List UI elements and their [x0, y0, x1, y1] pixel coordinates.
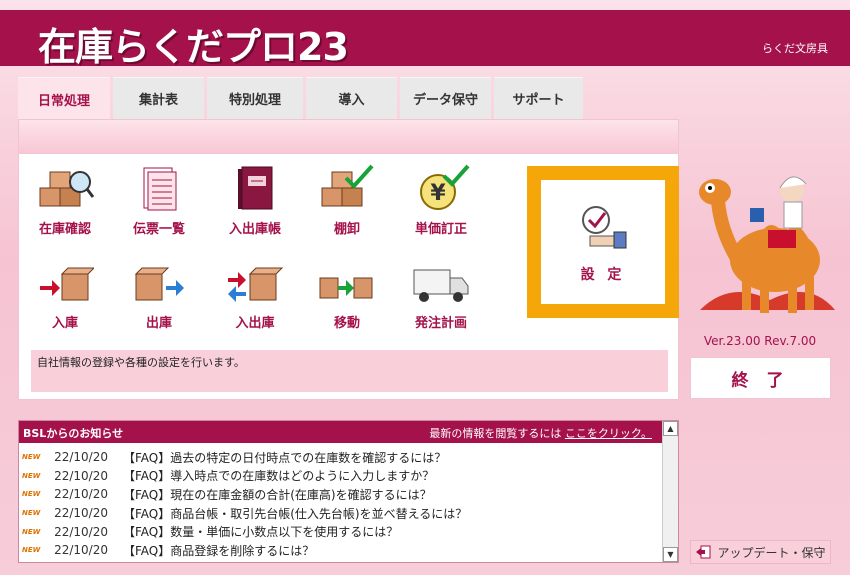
tab-daily[interactable]: 日常処理: [18, 77, 110, 121]
price-fix-button[interactable]: ¥ 単価訂正: [398, 164, 484, 242]
ledger-book-icon: [238, 166, 273, 210]
inventory-check-icon: [321, 164, 374, 207]
slip-list-icon: [143, 167, 177, 211]
news-item[interactable]: NEW 22/10/20 【FAQ】商品台帳・取引先台帳(仕入先台帳)を並べ替え…: [19, 504, 662, 523]
inventory-button[interactable]: 棚卸: [304, 164, 390, 242]
panel-band: [19, 120, 678, 154]
new-badge: NEW: [22, 453, 41, 462]
app-logo: 在庫らくだプロ23: [38, 25, 349, 69]
news-scrollbar[interactable]: ▲ ▼: [662, 421, 678, 562]
order-plan-button[interactable]: 発注計画: [398, 266, 484, 344]
camel-mascot-icon: [699, 176, 835, 313]
news-item[interactable]: NEW 22/10/20 【FAQ】過去の特定の日付時点での在庫数を確認するには…: [19, 448, 662, 467]
news-hint: 最新の情報を閲覧するには ここをクリック。: [429, 425, 652, 441]
news-item[interactable]: NEW 22/10/20 【FAQ】現在の在庫金額の合計(在庫高)を確認するには…: [19, 485, 662, 504]
receiving-button[interactable]: 入庫: [22, 266, 108, 344]
slip-list-button[interactable]: 伝票一覧: [116, 164, 202, 242]
news-header: BSLからのお知らせ 最新の情報を閲覧するには ここをクリック。: [19, 421, 662, 443]
inout-button[interactable]: 入出庫: [212, 266, 298, 344]
tab-data-maintenance[interactable]: データ保守: [400, 77, 491, 119]
receiving-icon: [40, 267, 94, 301]
tab-setup[interactable]: 導入: [306, 77, 397, 119]
news-date: 22/10/20: [54, 450, 108, 465]
new-badge: NEW: [22, 527, 41, 536]
news-panel: BSLからのお知らせ 最新の情報を閲覧するには ここをクリック。 NEW 22/…: [18, 420, 679, 563]
news-date: 22/10/20: [54, 543, 108, 558]
shipping-button[interactable]: 出庫: [116, 266, 202, 344]
shipping-icon: [134, 267, 184, 301]
order-plan-label: 発注計画: [414, 316, 467, 331]
maker-name: らくだ文房具: [762, 42, 828, 55]
svg-text:¥: ¥: [430, 181, 446, 206]
settings-hand-icon: [582, 206, 627, 249]
news-item[interactable]: NEW 22/10/20 【FAQ】数量・単価に小数点以下を使用するには？: [19, 522, 662, 541]
settings-card: 設 定: [541, 180, 665, 304]
settings-button[interactable]: 設 定: [527, 166, 679, 318]
inout-icon: [228, 267, 284, 302]
transfer-label: 移動: [333, 316, 360, 331]
exit-button[interactable]: 終 了: [690, 357, 831, 399]
news-date: 22/10/20: [54, 524, 108, 539]
new-badge: NEW: [22, 546, 41, 555]
news-text: 【FAQ】商品登録を削除するには？: [123, 543, 315, 558]
news-date: 22/10/20: [54, 468, 108, 483]
title-bar: 在庫らくだプロ23 らくだ文房具: [0, 10, 850, 69]
news-hint-text: 最新の情報を閲覧するには: [429, 427, 562, 440]
stock-check-icon: [39, 171, 94, 207]
update-label: アップデート・保守: [717, 545, 826, 560]
new-badge: NEW: [22, 509, 41, 518]
transfer-button[interactable]: 移動: [304, 266, 390, 344]
inout-label: 入出庫: [235, 316, 275, 331]
truck-icon: [413, 269, 469, 302]
news-text: 【FAQ】過去の特定の日付時点での在庫数を確認するには？: [123, 450, 447, 465]
news-date: 22/10/20: [54, 487, 108, 502]
stock-check-button[interactable]: 在庫確認: [22, 164, 108, 242]
price-fix-label: 単価訂正: [414, 222, 467, 237]
news-list: NEW 22/10/20 【FAQ】過去の特定の日付時点での在庫数を確認するには…: [19, 448, 662, 560]
slip-list-label: 伝票一覧: [132, 222, 185, 237]
scroll-down-icon[interactable]: ▼: [663, 547, 678, 562]
version-text: Ver.23.00 Rev.7.00: [703, 334, 817, 348]
news-item[interactable]: NEW 22/10/20 【FAQ】導入時点での在庫数はどのように入力しますか？: [19, 467, 662, 486]
status-message: 自社情報の登録や各種の設定を行います。: [31, 350, 668, 392]
tab-summary[interactable]: 集計表: [113, 77, 204, 119]
news-link[interactable]: ここをクリック。: [565, 427, 652, 440]
news-title: BSLからのお知らせ: [23, 427, 124, 440]
news-item[interactable]: NEW 22/10/20 【FAQ】商品登録を削除するには？: [19, 541, 662, 560]
main-tabs: 日常処理 集計表 特別処理 導入 データ保守 サポート: [18, 77, 586, 121]
exit-door-icon: [696, 545, 711, 559]
news-text: 【FAQ】導入時点での在庫数はどのように入力しますか？: [123, 469, 435, 484]
settings-label: 設 定: [580, 267, 626, 283]
inout-ledger-button[interactable]: 入出庫帳: [212, 164, 298, 242]
update-maintenance-button[interactable]: アップデート・保守: [690, 540, 831, 564]
tab-support[interactable]: サポート: [494, 77, 583, 119]
receiving-label: 入庫: [51, 316, 78, 331]
new-badge: NEW: [22, 471, 41, 480]
tab-special[interactable]: 特別処理: [207, 77, 303, 119]
inout-ledger-label: 入出庫帳: [228, 222, 281, 237]
news-date: 22/10/20: [54, 506, 108, 521]
yen-coin-icon: ¥: [420, 164, 470, 210]
news-text: 【FAQ】商品台帳・取引先台帳(仕入先台帳)を並べ替えるには？: [123, 506, 468, 521]
new-badge: NEW: [22, 490, 41, 499]
inventory-label: 棚卸: [333, 222, 360, 237]
shipping-label: 出庫: [145, 316, 172, 331]
stock-check-label: 在庫確認: [38, 222, 91, 237]
news-text: 【FAQ】数量・単価に小数点以下を使用するには？: [123, 525, 399, 540]
transfer-icon: [319, 277, 373, 299]
scroll-up-icon[interactable]: ▲: [663, 421, 678, 436]
news-text: 【FAQ】現在の在庫金額の合計(在庫高)を確認するには？: [123, 487, 432, 502]
